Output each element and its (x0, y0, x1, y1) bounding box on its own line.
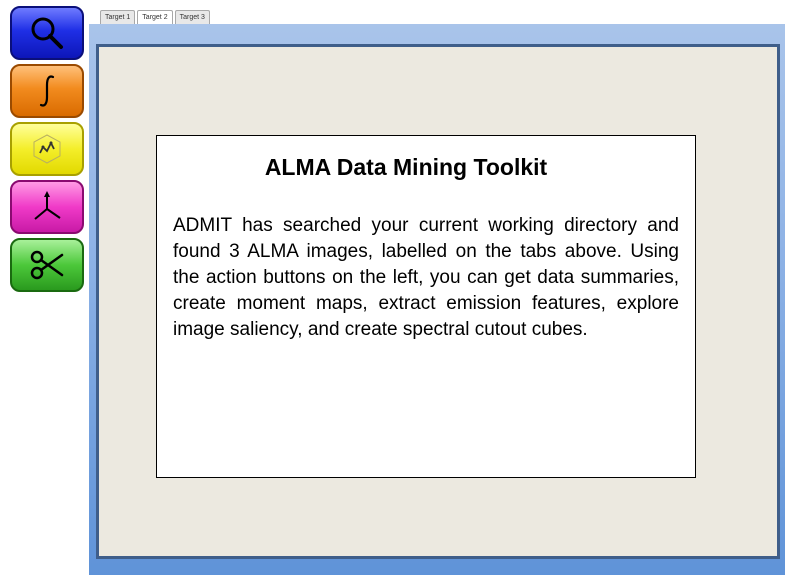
data-summary-button[interactable] (10, 6, 84, 60)
cutout-cube-button[interactable] (10, 238, 84, 292)
axes-icon (34, 191, 61, 220)
magnifier-icon (31, 17, 63, 49)
action-toolbar (8, 4, 88, 296)
feature-extraction-button[interactable] (10, 122, 84, 176)
intro-title: ALMA Data Mining Toolkit (264, 154, 548, 180)
saliency-button[interactable] (10, 180, 84, 234)
content-panel: ALMA Data Mining Toolkit ADMIT has searc… (96, 44, 780, 559)
integral-icon (39, 75, 55, 107)
moment-map-button[interactable] (10, 64, 84, 118)
tab-target-3[interactable]: Target 3 (174, 10, 210, 24)
feature-cube-icon (33, 134, 61, 164)
content-frame: ALMA Data Mining Toolkit ADMIT has searc… (89, 24, 785, 575)
admit-window: Target 1 Target 2 Target 3 ALMA Data Min… (0, 0, 785, 575)
intro-text: ADMIT has searched your current working … (173, 215, 679, 340)
scissors-icon (30, 250, 64, 280)
target-tabs: Target 1 Target 2 Target 3 (100, 10, 210, 24)
tab-target-2[interactable]: Target 2 (137, 10, 173, 24)
intro-box: ALMA Data Mining Toolkit ADMIT has searc… (156, 135, 696, 478)
tab-target-1[interactable]: Target 1 (100, 10, 136, 24)
